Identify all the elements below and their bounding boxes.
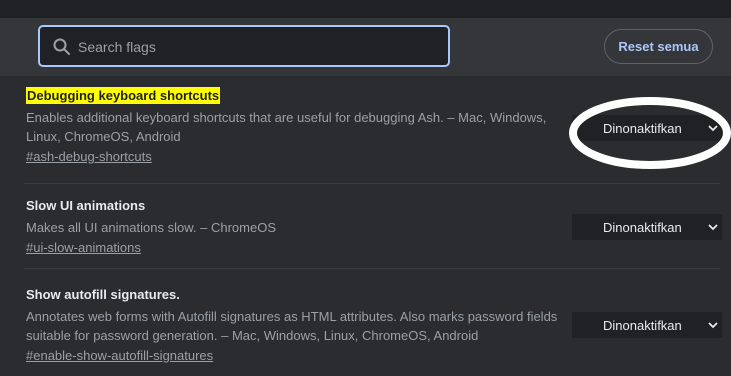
search-icon xyxy=(53,38,70,55)
divider xyxy=(24,183,720,184)
flag-anchor-link[interactable]: #enable-show-autofill-signatures xyxy=(26,346,213,365)
flag-anchor-link[interactable]: #ui-slow-animations xyxy=(26,238,141,257)
select-value: Dinonaktifkan xyxy=(603,121,682,136)
flag-description: Enables additional keyboard shortcuts th… xyxy=(26,108,566,146)
flag-state-select[interactable]: Dinonaktifkan xyxy=(572,312,722,338)
flags-header: Reset semua xyxy=(0,18,731,77)
flag-description: Annotates web forms with Autofill signat… xyxy=(26,307,566,345)
chevron-down-icon xyxy=(708,322,718,329)
flag-title: Show autofill signatures. xyxy=(26,287,180,302)
reset-all-button[interactable]: Reset semua xyxy=(604,29,713,64)
flags-list: Debugging keyboard shortcuts Enables add… xyxy=(0,77,731,376)
divider xyxy=(24,268,720,269)
flag-description-line: Makes all UI animations slow. – ChromeOS xyxy=(26,220,276,235)
flag-title: Debugging keyboard shortcuts xyxy=(26,87,221,104)
flag-anchor-link[interactable]: #ash-debug-shortcuts xyxy=(26,147,152,166)
flag-item-ui-slow-animations: Slow UI animations Makes all UI animatio… xyxy=(26,197,566,257)
flag-description-line: Linux, ChromeOS, Android xyxy=(26,129,181,144)
flag-description: Makes all UI animations slow. – ChromeOS xyxy=(26,218,566,237)
select-value: Dinonaktifkan xyxy=(603,220,682,235)
chevron-down-icon xyxy=(708,224,718,231)
search-box[interactable] xyxy=(38,25,450,67)
flag-item-ash-debug-shortcuts: Debugging keyboard shortcuts Enables add… xyxy=(26,87,566,166)
flag-description-line: Annotates web forms with Autofill signat… xyxy=(26,309,558,324)
search-input[interactable] xyxy=(76,27,440,67)
flag-item-enable-show-autofill-signatures: Show autofill signatures. Annotates web … xyxy=(26,286,566,365)
flag-description-line: Enables additional keyboard shortcuts th… xyxy=(26,110,547,125)
flag-state-select[interactable]: Dinonaktifkan xyxy=(572,214,722,240)
flag-title: Slow UI animations xyxy=(26,198,146,213)
chevron-down-icon xyxy=(708,125,718,132)
flag-state-select[interactable]: Dinonaktifkan xyxy=(572,115,722,141)
select-value: Dinonaktifkan xyxy=(603,318,682,333)
flag-description-line: suitable for password generation. – Mac,… xyxy=(26,328,479,343)
top-strip xyxy=(0,0,731,18)
